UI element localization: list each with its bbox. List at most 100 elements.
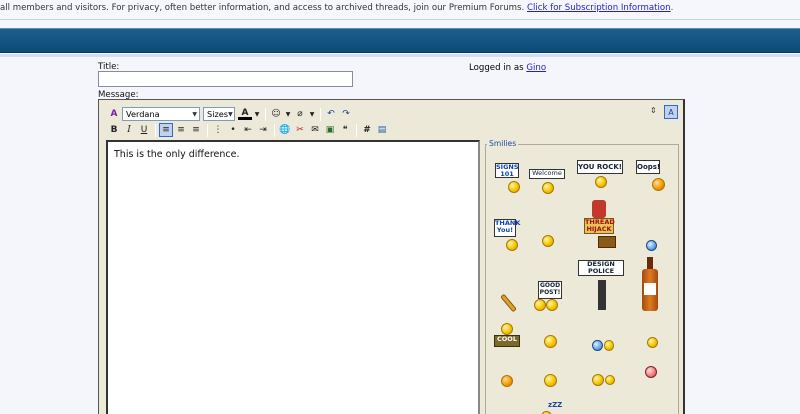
smiley-face-icon (543, 373, 557, 387)
smiley-sleep[interactable]: zZZ (538, 401, 563, 414)
smiley-face-icon (543, 334, 557, 348)
indent-icon[interactable]: ⇥ (256, 123, 270, 137)
numbered-list-icon[interactable]: ⋮ (211, 123, 225, 137)
toolbar-row-1: A Verdana ▼ Sizes ▼ A ▼ ☺ ▼ ⌀ ▼ ↶ ↷ (107, 106, 354, 122)
title-input[interactable] (98, 71, 353, 87)
chevron-down-icon[interactable]: ▼ (253, 107, 261, 121)
insert-link-icon[interactable]: 🌐 (278, 123, 292, 137)
toolbar-separator (320, 107, 321, 121)
notice-tail: . (670, 3, 674, 13)
italic-icon[interactable]: I (122, 123, 136, 137)
logged-in-status: Logged in as Gino (469, 63, 546, 73)
smiley-good-post[interactable]: GOOD POST! (532, 275, 566, 313)
notice-text: all members and visitors. For privacy, o… (0, 3, 525, 13)
smiley-love[interactable] (642, 361, 660, 383)
smiley-cheer[interactable] (538, 363, 562, 397)
privacy-notice-bar: all members and visitors. For privacy, o… (0, 0, 800, 20)
attachment-icon[interactable]: ⌀ (293, 107, 307, 121)
insert-image-icon[interactable]: ▣ (323, 123, 337, 137)
police-figure-icon (598, 280, 606, 310)
banner-divider (0, 54, 800, 57)
smiley-face-icon (604, 375, 615, 385)
smiley-face-icon (646, 336, 658, 348)
wrap-html-icon[interactable]: ▤ (375, 123, 389, 137)
switch-editor-mode-icon[interactable]: A (107, 107, 121, 121)
smiley-face-icon (603, 339, 614, 351)
smiley-oops[interactable]: Oops! (636, 160, 668, 192)
size-select-value: Sizes (207, 109, 229, 119)
redo-icon[interactable]: ↷ (339, 107, 353, 121)
smiley-face-icon (542, 182, 554, 194)
sign-board: THANK You! (494, 219, 520, 237)
align-right-icon[interactable]: ≡ (189, 123, 203, 137)
sign-board: Welcome (529, 169, 565, 179)
smiley-music[interactable] (498, 365, 516, 397)
chevron-down-icon: ▼ (228, 110, 233, 118)
smiley-face-icon (501, 323, 513, 335)
smiley-thank-you[interactable]: THANK You! (492, 219, 522, 253)
underline-icon[interactable]: U (137, 123, 151, 137)
font-select-value: Verdana (126, 109, 160, 119)
align-center-icon[interactable]: ≡ (174, 123, 188, 137)
switch-mode-icon[interactable]: A (664, 105, 678, 119)
font-select[interactable]: Verdana ▼ (122, 107, 200, 121)
smiley-face-icon (652, 178, 665, 191)
sign-board: Oops! (636, 160, 660, 174)
bat-icon (499, 293, 517, 313)
smiley-bottle[interactable] (641, 257, 659, 313)
bullet-list-icon[interactable]: • (226, 123, 240, 137)
message-text: This is the only difference. (114, 149, 240, 160)
smiley-thinking[interactable] (539, 233, 557, 249)
smiley-face-icon (591, 374, 604, 386)
remove-link-icon[interactable]: ✂ (293, 123, 307, 137)
text-color-icon[interactable]: A (238, 108, 252, 120)
logged-in-prefix: Logged in as (469, 63, 524, 73)
undo-icon[interactable]: ↶ (324, 107, 338, 121)
smiley-face-icon (506, 239, 518, 251)
sign-board: GOOD POST! (538, 281, 562, 299)
toolbar-row-2: B I U ≡ ≡ ≡ ⋮ • ⇤ ⇥ 🌐 ✂ ✉ ▣ ❝ # ▤ (107, 122, 390, 138)
smiley-you-rock[interactable]: YOU ROCK! (577, 160, 623, 190)
message-textarea[interactable]: This is the only difference. (106, 140, 480, 414)
smiley-design-police[interactable]: DESIGN POLICE (578, 260, 626, 314)
smiley-drink[interactable] (644, 331, 660, 353)
message-editor: A Verdana ▼ Sizes ▼ A ▼ ☺ ▼ ⌀ ▼ ↶ ↷ B I U … (98, 99, 685, 414)
wrap-quote-icon[interactable]: ❝ (338, 123, 352, 137)
smiley-wave[interactable] (540, 333, 560, 349)
chevron-down-icon[interactable]: ▼ (284, 107, 292, 121)
wrap-code-icon[interactable]: # (360, 123, 374, 137)
sign-board: SIGNS 101 (495, 163, 519, 178)
smiley-face-icon (534, 299, 546, 311)
toolbar-separator (155, 123, 156, 137)
align-left-icon[interactable]: ≡ (159, 123, 173, 137)
outdent-icon[interactable]: ⇤ (241, 123, 255, 137)
smiley-face-icon (645, 366, 657, 378)
smiley-blue[interactable] (644, 238, 658, 252)
pirate-figure-icon (592, 200, 606, 218)
size-select[interactable]: Sizes ▼ (203, 107, 235, 121)
toolbar-separator (356, 123, 357, 137)
smiley-signs101[interactable]: SIGNS 101 (492, 163, 522, 195)
username-link[interactable]: Gino (526, 63, 546, 73)
smiley-pair-blue[interactable] (592, 337, 614, 353)
resize-toggle-icon[interactable]: ⇕ (650, 106, 657, 115)
smilies-title: Smilies (487, 139, 519, 148)
smiley-insert-icon[interactable]: ☺ (269, 107, 283, 121)
smiley-cool[interactable]: COOL (494, 323, 520, 351)
smiley-face-icon (592, 339, 603, 351)
smiley-group[interactable] (590, 363, 616, 397)
email-link-icon[interactable]: ✉ (308, 123, 322, 137)
smiley-thread-hijack[interactable]: THREAD HIJACK (582, 200, 620, 250)
treasure-chest-icon (598, 236, 616, 248)
sign-board: DESIGN POLICE (578, 260, 624, 276)
smiley-face-icon (546, 299, 558, 311)
smiley-welcome[interactable]: Welcome (529, 167, 567, 197)
bottle-label-icon (644, 283, 656, 295)
subscription-info-link[interactable]: Click for Subscription Information (527, 3, 671, 13)
chevron-down-icon[interactable]: ▼ (308, 107, 316, 121)
smiley-face-icon (645, 239, 657, 251)
smiley-face-icon (508, 181, 520, 193)
bold-icon[interactable]: B (107, 123, 121, 137)
smiley-bat[interactable] (498, 293, 518, 313)
sleep-zzz-label: zZZ (548, 401, 563, 409)
